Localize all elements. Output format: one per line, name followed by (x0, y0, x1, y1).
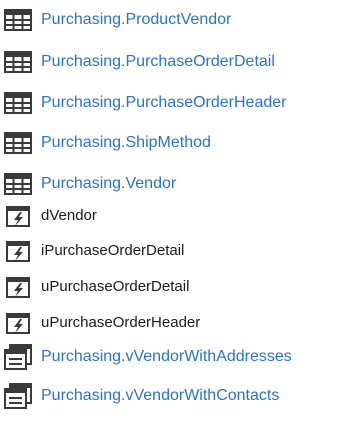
list-item-label[interactable]: Purchasing.Vendor (41, 174, 176, 194)
list-item-label[interactable]: Purchasing.PurchaseOrderDetail (41, 52, 275, 72)
list-item-label[interactable]: Purchasing.vVendorWithAddresses (41, 347, 292, 367)
table-icon (2, 88, 34, 118)
view-icon (2, 342, 34, 372)
list-item-label: uPurchaseOrderDetail (41, 278, 190, 295)
list-item-label[interactable]: Purchasing.vVendorWithContacts (41, 386, 279, 406)
list-item-label: dVendor (41, 207, 97, 224)
table-icon (2, 5, 34, 35)
table-icon (2, 47, 34, 77)
list-item-label[interactable]: Purchasing.PurchaseOrderHeader (41, 93, 286, 113)
list-item-label: iPurchaseOrderDetail (41, 242, 185, 259)
trigger-icon (2, 272, 34, 302)
table-icon (2, 169, 34, 199)
view-icon (2, 381, 34, 411)
list-item-label[interactable]: Purchasing.ShipMethod (41, 133, 211, 153)
trigger-icon (2, 236, 34, 266)
trigger-icon (2, 308, 34, 338)
object-list: Purchasing.ProductVendor Purchasing.Purc… (0, 0, 347, 421)
list-item-label[interactable]: Purchasing.ProductVendor (41, 10, 231, 30)
table-icon (2, 128, 34, 158)
list-item-label: uPurchaseOrderHeader (41, 314, 201, 331)
trigger-icon (2, 201, 34, 231)
